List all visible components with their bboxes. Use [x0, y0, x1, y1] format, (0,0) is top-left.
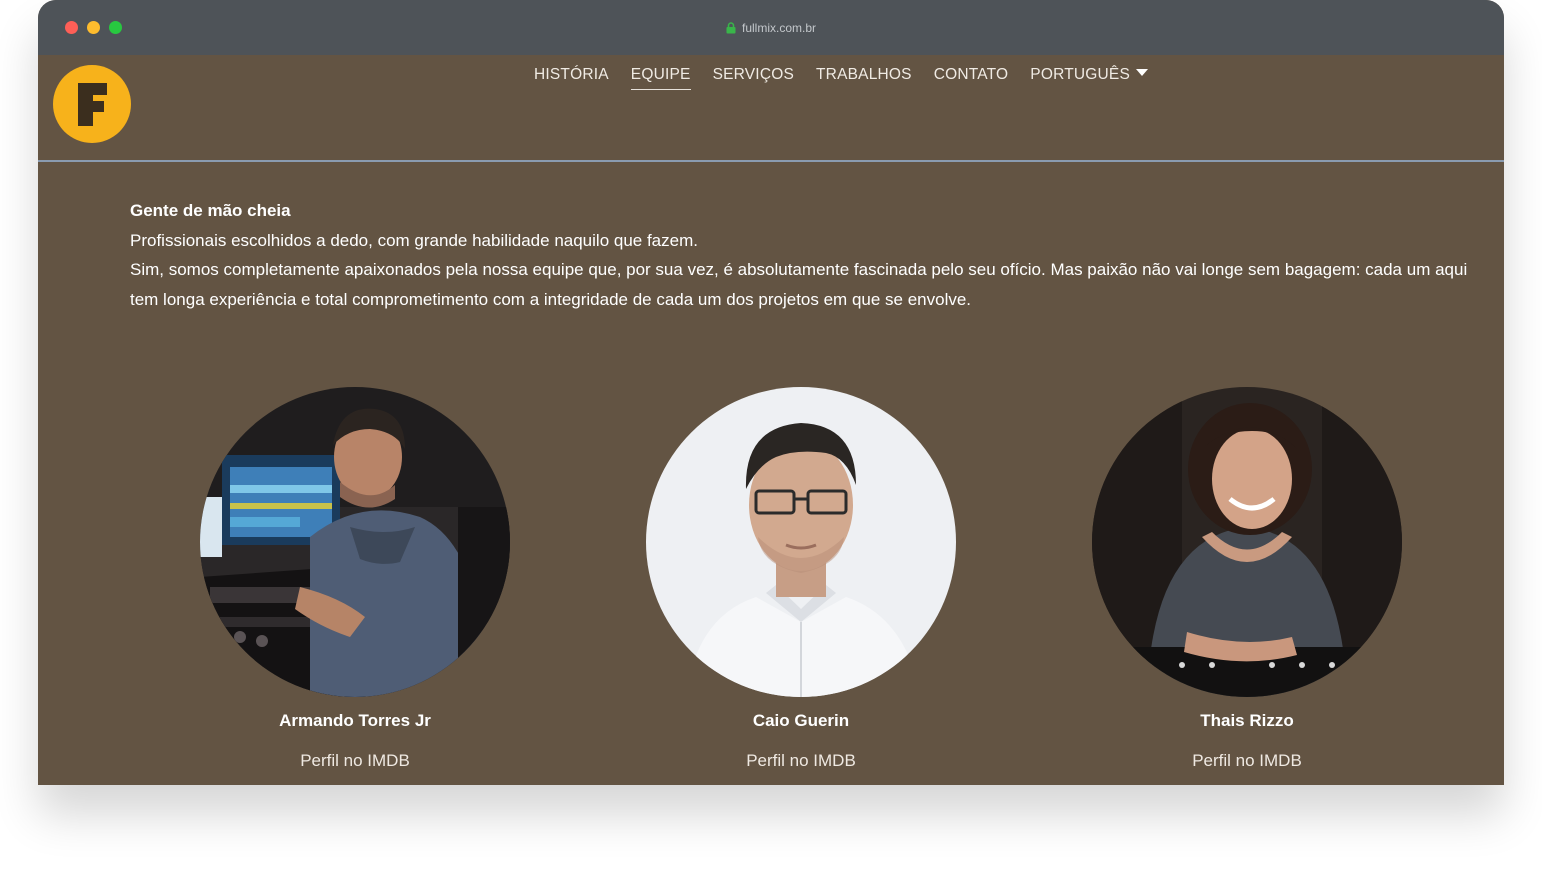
intro-section: Gente de mão cheia Profissionais escolhi… — [130, 196, 1470, 315]
member-name: Thais Rizzo — [1200, 711, 1294, 730]
imdb-profile-link[interactable]: Perfil no IMDB — [1092, 751, 1402, 771]
nav-historia[interactable]: HISTÓRIA — [534, 66, 609, 90]
intro-line-1: Profissionais escolhidos a dedo, com gra… — [130, 230, 698, 250]
language-dropdown[interactable]: PORTUGUÊS — [1030, 66, 1148, 90]
imdb-profile-link[interactable]: Perfil no IMDB — [200, 751, 510, 771]
nav-contato[interactable]: CONTATO — [934, 66, 1009, 90]
url-text: fullmix.com.br — [741, 21, 816, 35]
member-name: Armando Torres Jr — [279, 711, 431, 730]
nav-servicos[interactable]: SERVIÇOS — [713, 66, 794, 90]
nav-equipe[interactable]: EQUIPE — [630, 66, 691, 90]
member-name: Caio Guerin — [752, 711, 850, 730]
lock-icon — [726, 22, 736, 38]
team-member-card: Caio Guerin Perfil no IMDB — [646, 387, 956, 771]
member-photo — [200, 387, 510, 697]
member-photo — [646, 387, 956, 697]
site-header: HISTÓRIA EQUIPE SERVIÇOS TRABALHOS CONTA… — [38, 55, 1504, 162]
language-label: PORTUGUÊS — [1030, 66, 1130, 83]
caret-down-icon — [1136, 69, 1148, 76]
team-section: Armando Torres Jr Perfil no IMDB Caio Gu… — [130, 387, 1470, 785]
browser-window: fullmix.com.br HISTÓRIA EQUIPE SERVIÇOS … — [38, 0, 1504, 785]
imdb-profile-link[interactable]: Perfil no IMDB — [646, 751, 956, 771]
nav-trabalhos[interactable]: TRABALHOS — [816, 66, 912, 90]
intro-heading: Gente de mão cheia — [130, 201, 291, 220]
team-member-card: Thais Rizzo Perfil no IMDB — [1092, 387, 1402, 771]
address-bar[interactable]: fullmix.com.br — [38, 20, 1504, 38]
main-nav: HISTÓRIA EQUIPE SERVIÇOS TRABALHOS CONTA… — [38, 66, 1504, 90]
browser-titlebar: fullmix.com.br — [38, 0, 1504, 55]
intro-line-2: Sim, somos completamente apaixonados pel… — [130, 260, 1468, 310]
team-member-card: Armando Torres Jr Perfil no IMDB — [200, 387, 510, 771]
member-photo — [1092, 387, 1402, 697]
